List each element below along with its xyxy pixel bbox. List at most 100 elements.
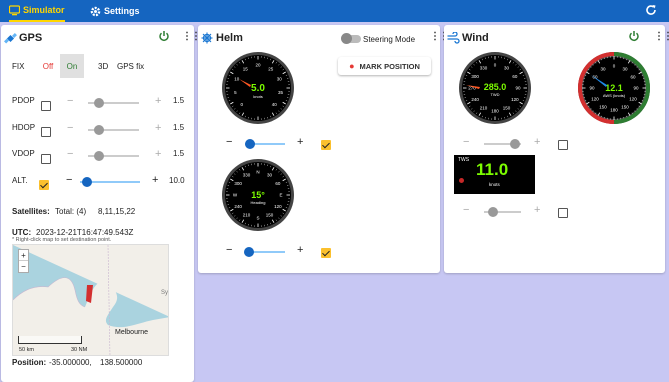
hdop-slider-thumb[interactable] (94, 125, 104, 135)
tws-display: TWS 11.0 knots (454, 155, 535, 194)
zoom-out-button[interactable]: − (19, 261, 28, 272)
aws-gauge: 0 30 60 90 120 150 180 150 120 90 60 30 12.1 AWS (k… (577, 51, 651, 125)
map-pin-icon: ● (349, 61, 355, 71)
pdop-slider[interactable] (88, 98, 139, 108)
aws-gauge-tick-label: 150 (621, 105, 629, 110)
heading-gauge-value: 15° (251, 190, 265, 200)
heading-minus-button[interactable]: − (226, 244, 232, 256)
speed-gauge-tick-label: 40 (272, 102, 278, 107)
tws-label: TWS (458, 157, 470, 163)
pdop-checkbox[interactable] (41, 101, 51, 111)
map-zoom-control: + − (18, 249, 29, 273)
power-icon[interactable] (628, 30, 640, 45)
map-hint: * Right-click map to set destination poi… (12, 237, 112, 243)
speed-plus-button[interactable]: + (297, 136, 303, 148)
heading-checkbox[interactable] (321, 248, 331, 258)
speed-gauge-tick-label: 25 (268, 66, 274, 71)
fix-label: FIX (12, 62, 25, 71)
speed-slider[interactable] (245, 139, 285, 149)
helm-panel: Helm Steering Mode ⋮⋮ ● MARK POSITION 05… (198, 25, 449, 273)
helm-title-text: Helm (216, 32, 243, 44)
aws-gauge-tick-label: 90 (589, 86, 595, 91)
tws-plus-button[interactable]: + (534, 204, 540, 216)
aws-gauge-tick-label: 150 (599, 105, 607, 110)
position-label: Position: (12, 358, 47, 367)
fix-off-button[interactable]: Off (36, 54, 60, 78)
map-scale-km: 50 km (19, 347, 34, 353)
aws-gauge-tick-label: 90 (633, 86, 639, 91)
heading-plus-button[interactable]: + (297, 244, 303, 256)
tab-settings[interactable]: Settings (90, 0, 140, 22)
twd-gauge-tick-label: 210 (480, 105, 488, 110)
fix-on-button[interactable]: On (60, 54, 84, 78)
pdop-slider-thumb[interactable] (94, 98, 104, 108)
tws-slider[interactable] (484, 207, 521, 217)
twd-gauge-unit: TWD (490, 92, 499, 97)
drag-handle-icon[interactable]: ⋮⋮ (654, 31, 669, 42)
steering-mode-toggle[interactable] (341, 33, 361, 44)
hdop-plus-button[interactable]: + (155, 122, 161, 134)
tab-settings-label: Settings (104, 6, 140, 16)
hdop-slider[interactable] (88, 125, 139, 135)
speed-gauge-unit: knots (253, 94, 263, 99)
position-lon: 138.500000 (100, 358, 143, 367)
vdop-checkbox[interactable] (41, 154, 51, 164)
twd-gauge-tick-label: 120 (511, 97, 519, 102)
heading-gauge: N 30 60 E 120 150 S 210 240 W 300 330 15° Heading (221, 158, 295, 232)
twd-minus-button[interactable]: − (463, 136, 469, 148)
aws-gauge-tick-label: 120 (591, 97, 599, 102)
vdop-slider-thumb[interactable] (94, 151, 104, 161)
twd-slider-thumb[interactable] (510, 139, 520, 149)
speed-checkbox[interactable] (321, 140, 331, 150)
twd-checkbox[interactable] (558, 140, 568, 150)
speed-gauge: 0 5 10 15 20 25 30 35 40 5.0 knots (221, 51, 295, 125)
mark-position-button[interactable]: ● MARK POSITION (338, 57, 431, 75)
twd-plus-button[interactable]: + (534, 136, 540, 148)
zoom-in-button[interactable]: + (19, 250, 28, 261)
pdop-minus-button[interactable]: − (67, 95, 73, 107)
tws-unit: knots (489, 182, 500, 187)
alt-plus-button[interactable]: + (152, 174, 158, 186)
speed-gauge-value: 5.0 (251, 83, 265, 94)
alt-slider-thumb[interactable] (82, 177, 92, 187)
heading-slider-thumb[interactable] (244, 247, 254, 257)
refresh-icon[interactable] (645, 4, 657, 19)
speed-gauge-tick-label: 35 (278, 90, 284, 95)
fix-gps-option[interactable]: GPS fix (117, 62, 144, 71)
aws-gauge-tick-label: 30 (622, 66, 628, 71)
speed-gauge-tick-label: 20 (255, 63, 261, 68)
tws-slider-thumb[interactable] (488, 207, 498, 217)
heading-gauge-tick-label: 60 (275, 181, 281, 186)
satellite-icon (4, 32, 17, 44)
tws-minus-button[interactable]: − (463, 204, 469, 216)
aws-gauge-tick-label: 60 (592, 75, 598, 80)
vdop-slider[interactable] (88, 151, 139, 161)
vdop-minus-button[interactable]: − (67, 148, 73, 160)
speed-slider-thumb[interactable] (245, 139, 255, 149)
aws-gauge-tick-label: 120 (629, 97, 637, 102)
heading-slider[interactable] (244, 247, 285, 257)
aws-gauge-value: 12.1 (605, 83, 623, 93)
twd-gauge-tick-label: 240 (471, 97, 479, 102)
wind-title: Wind (447, 31, 489, 44)
aws-gauge-unit: AWS (knots) (603, 93, 626, 98)
alt-slider[interactable] (80, 177, 140, 187)
ship-wheel-icon (201, 32, 213, 44)
pdop-plus-button[interactable]: + (155, 95, 161, 107)
fix-3d-option[interactable]: 3D (98, 62, 108, 71)
speed-minus-button[interactable]: − (226, 136, 232, 148)
satellites-list: 8,11,15,22 (98, 207, 136, 216)
heading-gauge-tick-label: 300 (234, 181, 242, 186)
alt-checkbox[interactable] (39, 180, 49, 190)
twd-slider[interactable] (484, 139, 521, 149)
gps-panel: GPS ⋮⋮ FIX Off On 3D GPS fix PDOP − + 1.… (1, 25, 201, 382)
hdop-minus-button[interactable]: − (67, 122, 73, 134)
power-icon[interactable] (158, 30, 170, 45)
vdop-plus-button[interactable]: + (155, 148, 161, 160)
gps-map[interactable]: + − Melbourne Sy 50 km 30 NM (12, 244, 169, 356)
aws-gauge-tick-label: 30 (600, 66, 606, 71)
hdop-checkbox[interactable] (41, 127, 51, 137)
alt-minus-button[interactable]: − (66, 174, 72, 186)
tws-checkbox[interactable] (558, 208, 568, 218)
tab-simulator[interactable]: Simulator (8, 0, 65, 22)
